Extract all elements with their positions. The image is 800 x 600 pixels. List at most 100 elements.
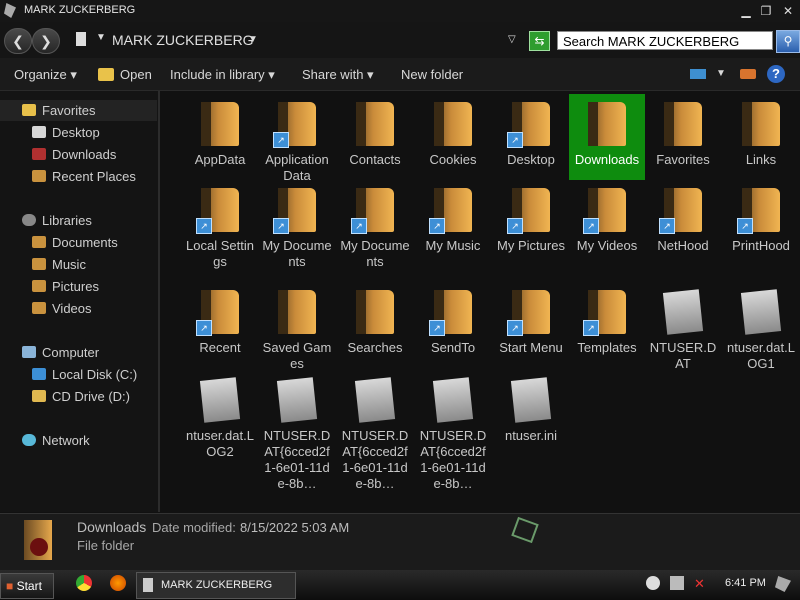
- file-icon: [199, 377, 241, 423]
- shortcut-arrow-icon: ↗: [737, 218, 753, 234]
- details-pane: Downloads Date modified: 8/15/2022 5:03 …: [0, 513, 800, 571]
- refresh-icon[interactable]: ⇆: [529, 31, 550, 51]
- file-item[interactable]: Favorites: [645, 94, 721, 168]
- file-item[interactable]: ↗ PrintHood: [723, 180, 799, 254]
- nav-desktop[interactable]: Desktop: [32, 125, 100, 140]
- shortcut-arrow-icon: ↗: [659, 218, 675, 234]
- open-button[interactable]: Open: [120, 67, 152, 82]
- chevron-down-icon[interactable]: ▼: [96, 32, 106, 43]
- file-item[interactable]: ↗ SendTo: [415, 282, 491, 356]
- file-item[interactable]: NTUSER.DAT: [645, 282, 721, 372]
- nav-favorites[interactable]: Favorites: [22, 103, 95, 118]
- maximize-button[interactable]: ❐: [756, 3, 776, 19]
- file-item[interactable]: Links: [723, 94, 799, 168]
- shortcut-arrow-icon: ↗: [429, 218, 445, 234]
- folder-icon: [278, 290, 316, 334]
- clock[interactable]: 6:41 PM: [725, 577, 766, 589]
- file-item-label: PrintHood: [732, 238, 790, 253]
- file-item[interactable]: ↗ My Pictures: [493, 180, 569, 254]
- views-dropdown-icon[interactable]: ▼: [716, 68, 726, 79]
- tray-app-icon[interactable]: [775, 576, 791, 592]
- file-item-label: ntuser.dat.LOG2: [186, 428, 254, 459]
- file-item-label: Desktop: [507, 152, 555, 167]
- videos-icon: [32, 302, 46, 314]
- close-button[interactable]: ✕: [778, 3, 798, 19]
- file-item[interactable]: Cookies: [415, 94, 491, 168]
- shortcut-arrow-icon: ↗: [507, 320, 523, 336]
- file-item[interactable]: NTUSER.DAT{6cced2f1-6e01-11de-8b…: [415, 370, 491, 492]
- shortcut-arrow-icon: ↗: [273, 132, 289, 148]
- file-item-label: Downloads: [574, 152, 640, 167]
- file-item[interactable]: ↗ Recent: [182, 282, 258, 356]
- search-input[interactable]: Search MARK ZUCKERBERG: [557, 31, 773, 50]
- new-folder-button[interactable]: New folder: [401, 67, 463, 82]
- file-icon: [740, 289, 782, 335]
- preview-pane-icon[interactable]: [740, 69, 756, 79]
- minimize-button[interactable]: ▁: [736, 3, 756, 19]
- file-item[interactable]: Saved Games: [259, 282, 335, 372]
- shortcut-arrow-icon: ↗: [583, 320, 599, 336]
- file-item[interactable]: NTUSER.DAT{6cced2f1-6e01-11de-8b…: [337, 370, 413, 492]
- chrome-icon[interactable]: [76, 575, 92, 591]
- file-item[interactable]: ↗ My Videos: [569, 180, 645, 254]
- file-item[interactable]: ↗ Templates: [569, 282, 645, 356]
- nav-downloads[interactable]: Downloads: [32, 147, 116, 162]
- file-item[interactable]: Searches: [337, 282, 413, 356]
- file-item[interactable]: ↗ My Music: [415, 180, 491, 254]
- file-item[interactable]: ntuser.dat.LOG2: [182, 370, 258, 460]
- file-item[interactable]: Downloads: [569, 94, 645, 180]
- file-item[interactable]: AppData: [182, 94, 258, 168]
- libraries-icon: [22, 214, 36, 226]
- history-dropdown-icon[interactable]: ▽: [508, 34, 516, 45]
- file-item[interactable]: NTUSER.DAT{6cced2f1-6e01-11de-8b…: [259, 370, 335, 492]
- breadcrumb-dropdown-icon[interactable]: ▼: [248, 34, 258, 45]
- search-icon[interactable]: ⚲: [776, 30, 800, 53]
- nav-local-disk[interactable]: Local Disk (C:): [32, 367, 137, 382]
- back-button[interactable]: ❮: [4, 28, 32, 54]
- nav-recent-places[interactable]: Recent Places: [32, 169, 136, 184]
- views-icon[interactable]: [690, 69, 706, 79]
- file-item[interactable]: ↗ My Documents: [259, 180, 335, 270]
- nav-computer[interactable]: Computer: [22, 345, 99, 360]
- file-item[interactable]: ↗ Start Menu: [493, 282, 569, 356]
- file-item[interactable]: ↗ My Documents: [337, 180, 413, 270]
- nav-videos[interactable]: Videos: [32, 301, 92, 316]
- nav-music[interactable]: Music: [32, 257, 86, 272]
- tray-volume-muted-icon[interactable]: ✕: [694, 576, 705, 592]
- forward-button[interactable]: ❯: [32, 28, 60, 54]
- nav-pictures[interactable]: Pictures: [32, 279, 99, 294]
- app-icon: [4, 3, 16, 18]
- file-item[interactable]: ntuser.ini: [493, 370, 569, 444]
- file-item-label: Start Menu: [499, 340, 563, 355]
- explorer-icon: [143, 578, 153, 592]
- share-with-button[interactable]: Share with ▾: [302, 67, 374, 83]
- file-item[interactable]: ↗ Desktop: [493, 94, 569, 168]
- include-in-library-button[interactable]: Include in library ▾: [170, 67, 275, 83]
- tray-emoji-icon[interactable]: [646, 576, 660, 590]
- nav-documents[interactable]: Documents: [32, 235, 118, 250]
- breadcrumb[interactable]: MARK ZUCKERBERG: [112, 32, 254, 48]
- file-item-label: My Videos: [576, 238, 638, 253]
- shortcut-arrow-icon: ↗: [429, 320, 445, 336]
- file-item-label: My Documents: [340, 238, 410, 269]
- file-item[interactable]: ↗ NetHood: [645, 180, 721, 254]
- help-icon[interactable]: ?: [767, 65, 785, 83]
- taskbar-explorer-window[interactable]: MARK ZUCKERBERG: [136, 572, 296, 599]
- file-item-label: ntuser.dat.LOG1: [727, 340, 795, 371]
- downloads-icon: [32, 148, 46, 160]
- firefox-icon[interactable]: [110, 575, 126, 591]
- tray-network-icon[interactable]: [670, 576, 684, 590]
- start-button[interactable]: ■ Start: [0, 573, 54, 599]
- details-date-label: Date modified:: [152, 520, 236, 535]
- shortcut-arrow-icon: ↗: [583, 218, 599, 234]
- cd-drive-icon: [32, 390, 46, 402]
- file-item[interactable]: ↗ Application Data: [259, 94, 335, 184]
- star-icon: [22, 104, 36, 116]
- nav-network[interactable]: Network: [22, 433, 90, 448]
- nav-cd-drive[interactable]: CD Drive (D:): [32, 389, 130, 404]
- file-item[interactable]: ↗ Local Settings: [182, 180, 258, 270]
- file-item[interactable]: Contacts: [337, 94, 413, 168]
- organize-button[interactable]: Organize ▾: [14, 67, 77, 83]
- file-item[interactable]: ntuser.dat.LOG1: [723, 282, 799, 372]
- nav-libraries[interactable]: Libraries: [22, 213, 92, 228]
